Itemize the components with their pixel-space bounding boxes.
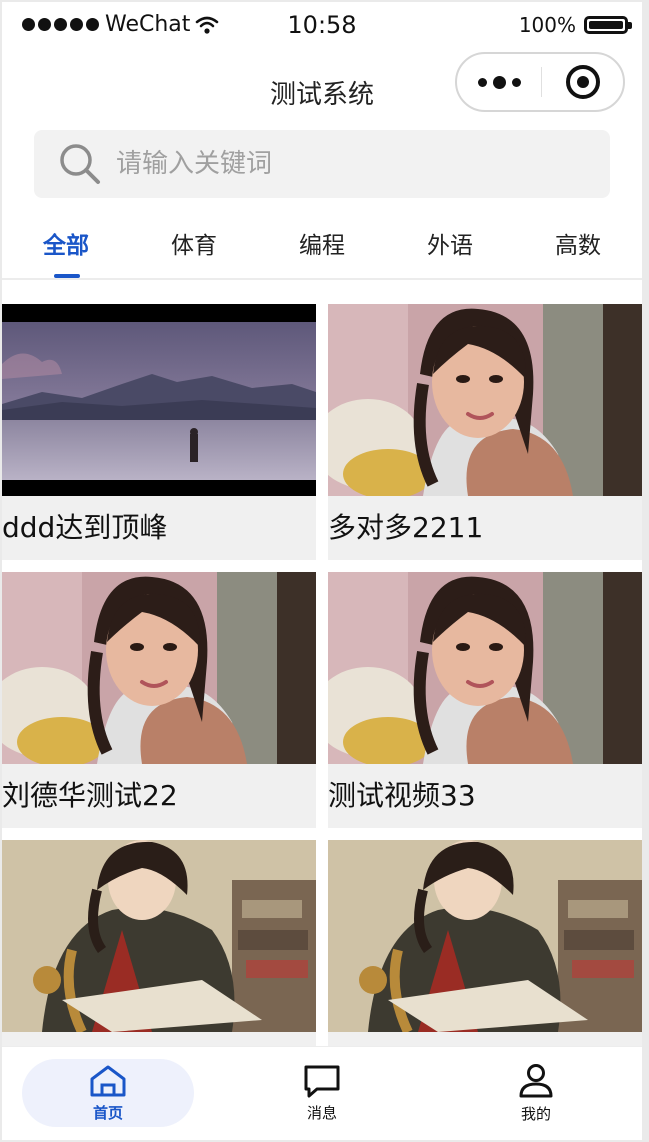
battery-icon [584,16,632,34]
search-bar[interactable] [34,130,610,198]
video-thumbnail [328,304,642,496]
tab-programming[interactable]: 编程 [272,226,372,260]
message-icon [304,1065,340,1097]
active-tab-indicator [54,274,80,278]
search-input[interactable] [114,148,558,180]
battery-status: 100% [518,13,632,37]
tabbar-profile[interactable]: 我的 [450,1059,622,1127]
tabbar-home[interactable]: 首页 [22,1059,194,1127]
app-frame: WeChat 10:58 100% 测试系统 请输入关键词 全部 体育 编程 外… [2,2,642,1140]
video-thumbnail [328,840,642,1032]
close-circle-icon [565,65,600,99]
user-icon [519,1063,553,1097]
home-icon [90,1065,126,1096]
category-tabs: 全部 体育 编程 外语 高数 [2,208,642,280]
tab-all[interactable]: 全部 [16,226,116,278]
tabbar-label: 消息 [306,1103,337,1122]
tabbar-label: 我的 [520,1104,551,1123]
tab-label: 体育 [171,233,217,259]
tab-label: 全部 [43,233,89,259]
video-thumbnail [2,304,316,496]
tab-label: 外语 [427,233,473,259]
status-bar: WeChat 10:58 100% [2,2,642,48]
mini-program-capsule [455,52,625,112]
tab-foreign-language[interactable]: 外语 [400,226,500,260]
search-icon [60,144,100,184]
video-card[interactable]: ddd达到顶峰 [2,304,316,560]
video-thumbnail [328,572,642,764]
more-button[interactable] [457,75,541,89]
video-title: 测试视频33 [328,779,476,812]
navigation-bar: 测试系统 [2,48,642,128]
tab-label: 高数 [555,233,601,259]
tab-advanced-math[interactable]: 高数 [528,226,628,260]
tabbar-messages[interactable]: 消息 [236,1059,408,1127]
video-title: ddd达到顶峰 [2,511,168,544]
video-title: 多对多2211 [328,511,484,544]
video-card[interactable]: 刘德华测试22 [2,572,316,828]
video-card[interactable]: 多对多2211 [328,304,642,560]
video-thumbnail [2,572,316,764]
close-button[interactable] [542,65,623,99]
tab-label: 编程 [299,233,345,259]
battery-percent: 100% [518,13,576,37]
tabbar-label: 首页 [92,1103,123,1122]
video-title: 刘德华测试22 [2,779,178,812]
tab-sports[interactable]: 体育 [144,226,244,260]
video-card[interactable]: 测试视频33 [328,572,642,828]
video-thumbnail [2,840,316,1032]
bottom-tab-bar: 首页 消息 我的 [2,1046,642,1140]
